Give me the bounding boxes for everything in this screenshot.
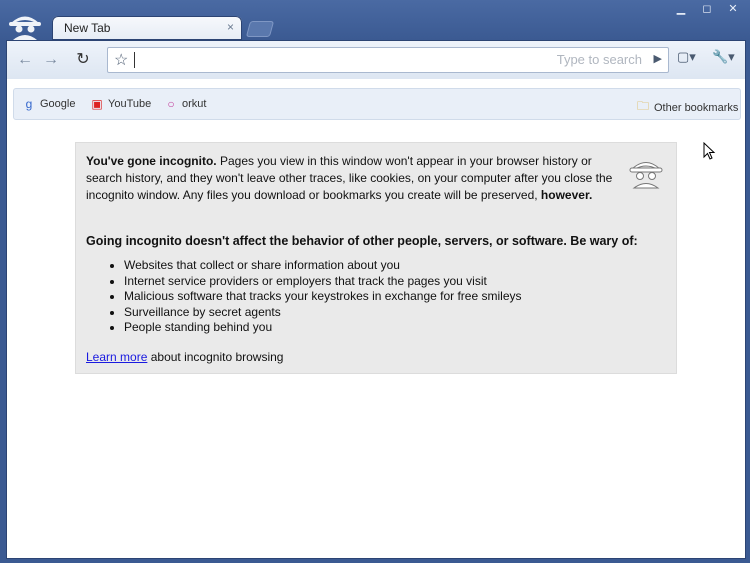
- list-item: Surveillance by secret agents: [124, 305, 522, 321]
- toolbar: ← → ↻ ☆ Type to search ▶ ▢▾ 🔧▾: [7, 41, 745, 79]
- address-input[interactable]: [138, 50, 542, 70]
- bookmark-label: orkut: [182, 98, 207, 110]
- omnibox[interactable]: ☆ Type to search ▶: [107, 47, 669, 73]
- bookmark-youtube[interactable]: ▣ YouTube: [90, 97, 151, 111]
- incognito-however: however.: [540, 188, 593, 202]
- bookmark-orkut[interactable]: ○ orkut: [164, 97, 206, 111]
- search-hint: Type to search: [556, 52, 642, 67]
- tab-title: New Tab: [64, 21, 111, 35]
- warning-list: Websites that collect or share informati…: [104, 258, 522, 336]
- warning-heading: Going incognito doesn't affect the behav…: [86, 234, 638, 248]
- tab-strip: New Tab × ▁ ◻ ✕: [0, 0, 750, 40]
- incognito-spy-icon: [629, 162, 663, 189]
- youtube-icon: ▣: [91, 97, 103, 111]
- other-bookmarks[interactable]: 🗀 Other bookmarks: [636, 97, 738, 118]
- learn-more-line: Learn more about incognito browsing: [86, 349, 283, 366]
- back-arrow-icon[interactable]: ←: [13, 49, 37, 71]
- maximize-button[interactable]: ◻: [696, 2, 718, 16]
- incognito-panel: You've gone incognito. Pages you view in…: [75, 142, 677, 374]
- close-button[interactable]: ✕: [722, 2, 744, 16]
- google-icon: g: [25, 97, 33, 111]
- go-icon[interactable]: ▶: [654, 52, 662, 65]
- list-item: People standing behind you: [124, 320, 522, 336]
- other-bookmarks-label: Other bookmarks: [654, 101, 739, 114]
- bookmark-google[interactable]: g Google: [22, 97, 76, 111]
- list-item: Websites that collect or share informati…: [124, 258, 522, 274]
- incognito-intro: You've gone incognito. Pages you view in…: [86, 153, 626, 204]
- incognito-spy-icon: [9, 16, 41, 40]
- list-item: Internet service providers or employers …: [124, 274, 522, 290]
- bookmark-label: Google: [40, 98, 76, 110]
- list-item: Malicious software that tracks your keys…: [124, 289, 522, 305]
- new-tab-button[interactable]: [245, 21, 275, 37]
- learn-more-link[interactable]: Learn more: [86, 350, 147, 364]
- reload-icon[interactable]: ↻: [71, 49, 95, 71]
- wrench-menu-icon[interactable]: 🔧▾: [712, 49, 735, 65]
- tab-close-icon[interactable]: ×: [227, 20, 234, 34]
- forward-arrow-icon[interactable]: →: [39, 49, 63, 71]
- browser-window: New Tab × ▁ ◻ ✕ ← → ↻ ☆ Type to search ▶…: [0, 0, 750, 563]
- star-icon[interactable]: ☆: [114, 50, 128, 70]
- bookmarks-bar: g Google ▣ YouTube ○ orkut 🗀 Other bookm…: [13, 88, 741, 120]
- mouse-cursor-icon: [703, 142, 716, 160]
- orkut-icon: ○: [167, 97, 175, 111]
- tab-new-tab[interactable]: New Tab ×: [52, 16, 242, 40]
- incognito-title: You've gone incognito.: [86, 154, 217, 168]
- learn-more-suffix: about incognito browsing: [150, 350, 284, 364]
- text-cursor: [134, 52, 135, 68]
- folder-icon: 🗀: [636, 99, 649, 113]
- page-menu-icon[interactable]: ▢▾: [677, 49, 696, 65]
- minimize-button[interactable]: ▁: [670, 2, 692, 16]
- bookmark-label: YouTube: [108, 98, 152, 110]
- content-frame: ← → ↻ ☆ Type to search ▶ ▢▾ 🔧▾ g Google …: [6, 40, 746, 559]
